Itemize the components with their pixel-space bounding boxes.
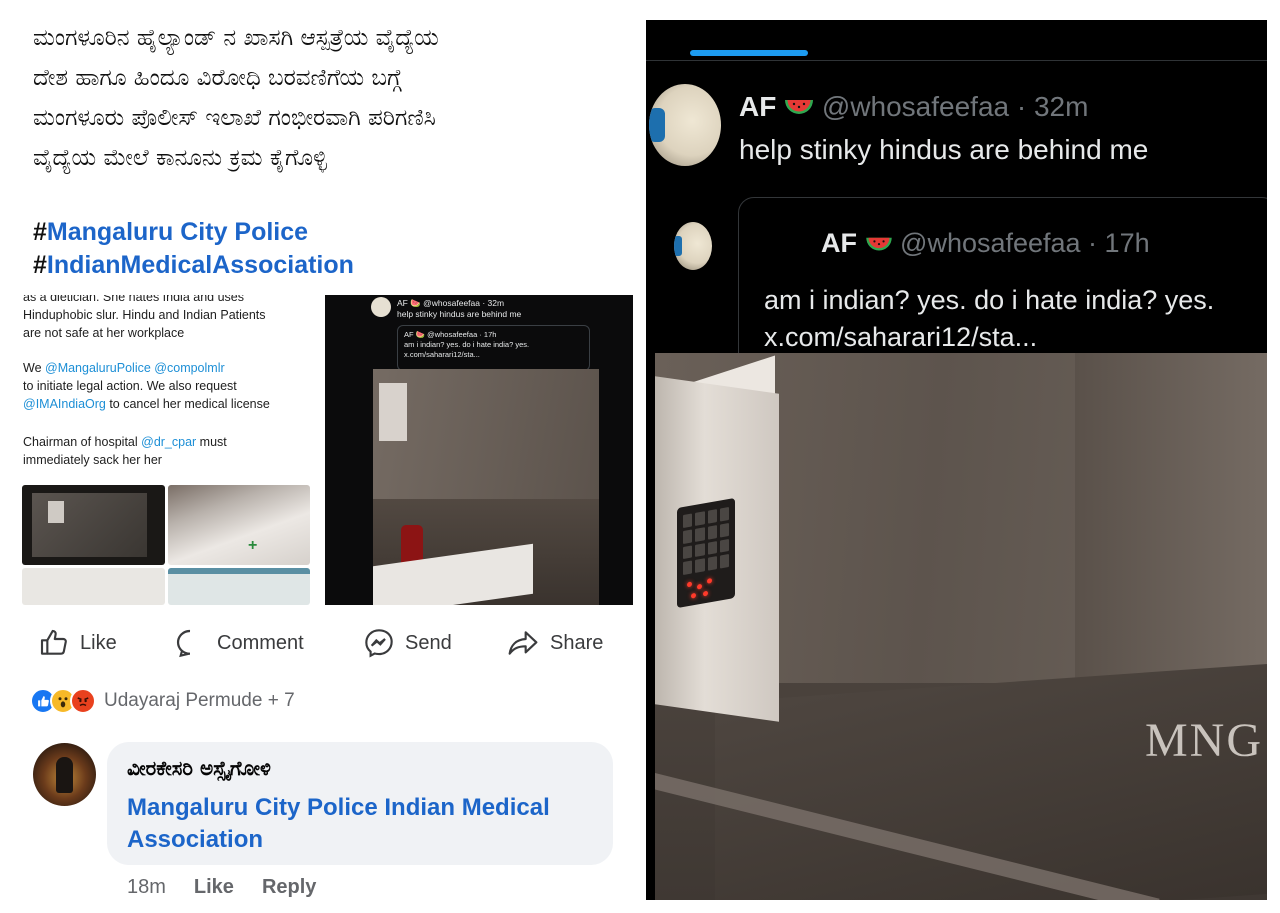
text-span: to cancel her medical license: [105, 397, 270, 411]
tweet-screenshot: AF @whosafeefaa · 32m help stinky hindus…: [646, 20, 1267, 900]
share-button[interactable]: Share: [506, 620, 603, 666]
mini-photo: [373, 369, 599, 605]
embedded-tweet-dark-panel: AF 🍉 @whosafeefaa · 32m help stinky hind…: [325, 295, 633, 605]
mini-tweet-body: help stinky hindus are behind me: [397, 309, 522, 319]
photo-thumbnail[interactable]: [168, 568, 310, 605]
author-name[interactable]: AF: [821, 228, 857, 258]
text-span: Chairman of hospital: [23, 435, 142, 449]
embedded-screenshot[interactable]: as a dietician. She hates India and uses…: [0, 295, 633, 605]
mention-link[interactable]: @dr_cpar: [141, 435, 196, 449]
share-label: Share: [550, 631, 604, 654]
embedded-text-line: as a dietician. She hates India and uses: [23, 295, 244, 304]
quoted-text-line: am i indian? yes. do i hate india? yes.: [764, 285, 1215, 315]
photo-thumbnail[interactable]: [22, 568, 165, 605]
mini-quoted-tweet: AF 🍉 @whosafeefaa · 17h am i indian? yes…: [397, 325, 590, 371]
embedded-text-block: as a dietician. She hates India and uses…: [23, 295, 323, 342]
mention-link[interactable]: @IMAIndiaOrg: [23, 397, 106, 411]
hashtag-text: IndianMedicalAssociation: [46, 251, 354, 279]
author-name[interactable]: AF: [739, 91, 776, 122]
hashtag-text: Mangaluru City Police: [46, 218, 309, 246]
comment-time: 18m: [127, 876, 166, 898]
embedded-text-line: Hinduphobic slur. Hindu and Indian Patie…: [23, 308, 266, 322]
reaction-summary[interactable]: Udayaraj Permude + 7: [30, 686, 295, 716]
composite-screenshot: ಮಂಗಳೂರಿನ ಹೈಲ್ಯಾಂಡ್ ನ ಖಾಸಗಿ ಆಸ್ಪತ್ರೆಯ ವೈದ…: [0, 0, 1280, 913]
mention-link[interactable]: @MangaluruPolice: [45, 361, 151, 375]
comment-author[interactable]: ವೀರಕೇಸರಿ ಅಸ್ಸೈಗೋಳಿ: [127, 756, 271, 780]
divider: [646, 60, 1267, 61]
photo-thumbnail[interactable]: +: [168, 485, 310, 565]
text-span: We: [23, 361, 45, 375]
hashtag-link[interactable]: #Mangaluru City Police: [33, 216, 354, 249]
mention-link[interactable]: @compolmlr: [154, 361, 224, 375]
send-button[interactable]: Send: [363, 620, 452, 666]
avatar[interactable]: [649, 84, 721, 166]
comment-like-button[interactable]: Like: [194, 876, 234, 899]
messenger-icon: [363, 627, 395, 659]
post-action-bar: Like Comment Send Share: [0, 620, 640, 666]
like-button[interactable]: Like: [38, 620, 117, 666]
embedded-text-line: immediately sack her her: [23, 453, 162, 467]
hash-symbol: #: [33, 218, 47, 246]
post-text-line: ಮಂಗಳೂರು ಪೊಲೀಸ್ ಇಲಾಖೆ ಗಂಭೀರವಾಗಿ ಪರಿಗಣಿಸಿ: [33, 105, 436, 131]
author-handle-time[interactable]: @whosafeefaa · 32m: [822, 91, 1089, 122]
facebook-post: ಮಂಗಳೂರಿನ ಹೈಲ್ಯಾಂಡ್ ನ ಖಾಸಗಿ ಆಸ್ಪತ್ರೆಯ ವೈದ…: [0, 0, 640, 913]
post-text: ಮಂಗಳೂರಿನ ಹೈಲ್ಯಾಂಡ್ ನ ಖಾಸಗಿ ಆಸ್ಪತ್ರೆಯ ವೈದ…: [33, 18, 613, 178]
text-span: must: [196, 435, 227, 449]
embedded-request-block: We @MangaluruPolice @compolmlr to initia…: [23, 359, 323, 413]
comment-bubble: ವೀರಕೇಸರಿ ಅಸ್ಸೈಗೋಳಿ Mangaluru City Police…: [107, 742, 613, 865]
comment-label: Comment: [217, 631, 304, 654]
hashtag-list: #Mangaluru City Police #IndianMedicalAss…: [33, 216, 354, 282]
quoted-tweet-text: am i indian? yes. do i hate india? yes. …: [764, 282, 1214, 356]
embedded-text-line: are not safe at her workplace: [23, 326, 185, 340]
embedded-tweet-text-panel: as a dietician. She hates India and uses…: [0, 295, 325, 605]
embedded-chairman-block: Chairman of hospital @dr_cpar must immed…: [23, 433, 323, 469]
embedded-text-line: Chairman of hospital @dr_cpar must: [23, 433, 323, 451]
embedded-text-line: @IMAIndiaOrg to cancel her medical licen…: [23, 395, 323, 413]
comment-icon: [173, 627, 207, 659]
comment-meta: 18m Like Reply: [127, 876, 316, 899]
avatar[interactable]: [674, 222, 712, 270]
post-text-line: ವೈದ್ಯೆಯ ಮೇಲೆ ಕಾನೂನು ಕ್ರಮ ಕೈಗೊಳ್ಳಿ: [33, 145, 327, 171]
share-icon: [506, 627, 540, 659]
tweet-header: AF @whosafeefaa · 32m: [739, 90, 1088, 127]
comment-button[interactable]: Comment: [173, 620, 304, 666]
hash-symbol: #: [33, 251, 47, 279]
tweet-photo[interactable]: MNG: [655, 353, 1267, 900]
post-text-line: ದೇಶ ಹಾಗೂ ಹಿಂದೂ ವಿರೋಧಿ ಬರವಣಿಗೆಯ ಬಗ್ಗೆ: [33, 65, 402, 91]
photo-thumbnail[interactable]: [22, 485, 165, 565]
quoted-link[interactable]: x.com/saharari12/sta...: [764, 319, 1214, 356]
quoted-tweet-header: AF @whosafeefaa · 17h: [821, 227, 1150, 262]
watermark: MNG: [1145, 714, 1264, 767]
reaction-names: Udayaraj Permude + 7: [104, 690, 295, 711]
post-text-line: ಮಂಗಳೂರಿನ ಹೈಲ್ಯಾಂಡ್ ನ ಖಾಸಗಿ ಆಸ್ಪತ್ರೆಯ ವೈದ…: [33, 25, 439, 51]
embedded-text-line: We @MangaluruPolice @compolmlr: [23, 359, 323, 377]
mini-quote-header: AF 🍉 @whosafeefaa · 17h: [404, 330, 497, 339]
watermelon-icon: [784, 93, 814, 127]
active-tab-indicator: [690, 50, 808, 56]
send-label: Send: [405, 631, 452, 654]
comment-text[interactable]: Mangaluru City Police Indian Medical Ass…: [127, 792, 597, 856]
like-label: Like: [80, 631, 117, 654]
watermelon-icon: [865, 230, 893, 262]
author-handle-time[interactable]: @whosafeefaa · 17h: [900, 228, 1150, 258]
photo-thumbnail-grid: +: [22, 485, 310, 605]
embedded-text-line: to initiate legal action. We also reques…: [23, 379, 237, 393]
device-keypad: [677, 497, 735, 609]
mini-quote-line: x.com/saharari12/sta...: [404, 350, 480, 359]
hashtag-link[interactable]: #IndianMedicalAssociation: [33, 249, 354, 282]
tweet-text: help stinky hindus are behind me: [739, 134, 1149, 165]
mini-quote-line: am i indian? yes. do i hate india? yes.: [404, 340, 530, 349]
avatar[interactable]: [33, 743, 96, 806]
angry-reaction-icon: [70, 688, 96, 714]
avatar: [371, 297, 391, 317]
comment-reply-button[interactable]: Reply: [262, 876, 316, 899]
thumbs-up-icon: [38, 627, 70, 659]
